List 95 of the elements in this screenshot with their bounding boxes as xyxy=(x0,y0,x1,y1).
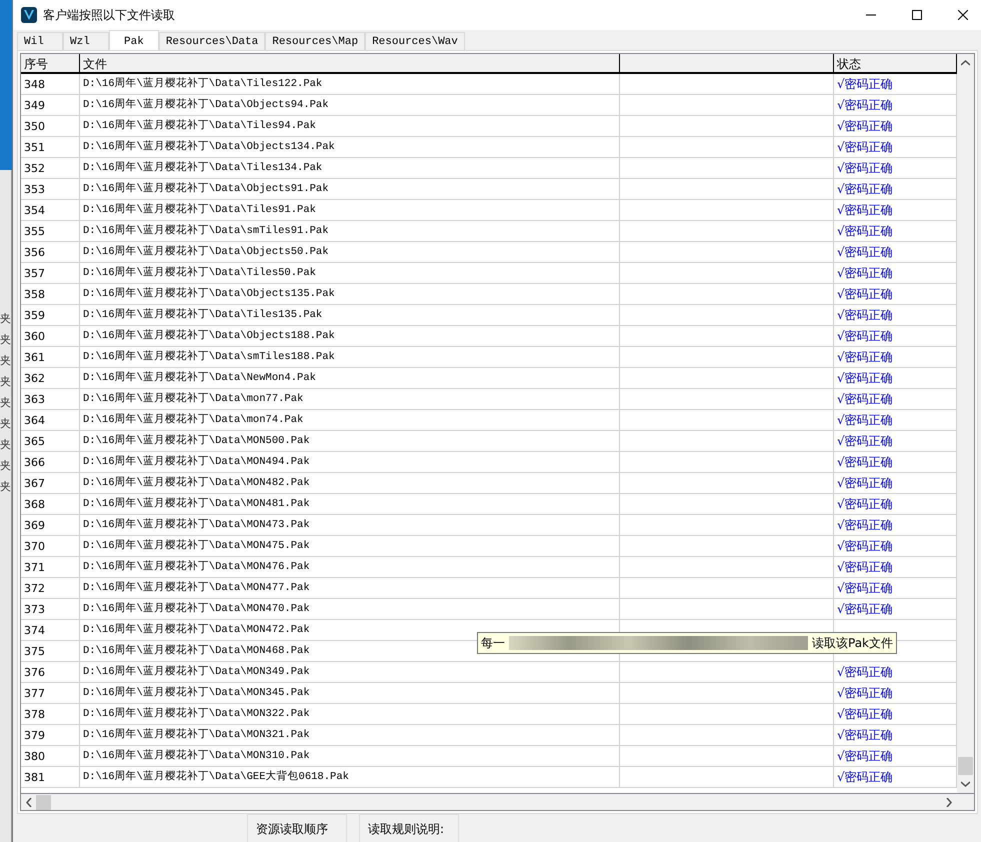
scroll-thumb[interactable] xyxy=(958,757,973,775)
table-cell: D:\16周年\蓝月樱花补丁\Data\MON322.Pak xyxy=(80,704,620,724)
table-cell: 358 xyxy=(21,284,80,304)
table-cell: D:\16周年\蓝月樱花补丁\Data\MON500.Pak xyxy=(80,431,620,451)
table-cell: D:\16周年\蓝月樱花补丁\Data\Objects134.Pak xyxy=(80,137,620,157)
group-box-title: 读取规则说明: xyxy=(359,814,459,842)
table-cell: 377 xyxy=(21,683,80,703)
table-cell: D:\16周年\蓝月樱花补丁\Data\MON345.Pak xyxy=(80,683,620,703)
scroll-thumb[interactable] xyxy=(36,794,51,810)
table-cell: 369 xyxy=(21,515,80,535)
table-cell: D:\16周年\蓝月樱花补丁\Data\MON476.Pak xyxy=(80,557,620,577)
table-cell: 370 xyxy=(21,536,80,556)
table-cell: 379 xyxy=(21,725,80,745)
table-cell: 352 xyxy=(21,158,80,178)
tab[interactable]: Wil xyxy=(17,32,63,52)
table-cell: 350 xyxy=(21,116,80,136)
table-cell: D:\16周年\蓝月樱花补丁\Data\MON473.Pak xyxy=(80,515,620,535)
close-icon xyxy=(958,10,968,20)
table-cell: 355 xyxy=(21,221,80,241)
window-title: 客户端按照以下文件读取 xyxy=(43,6,176,24)
maximize-icon xyxy=(912,10,922,20)
table-cell: 365 xyxy=(21,431,80,451)
background-window-label: 夹 xyxy=(0,374,11,390)
table-cell: D:\16周年\蓝月樱花补丁\Data\MON481.Pak xyxy=(80,494,620,514)
table-cell: 357 xyxy=(21,263,80,283)
column-header[interactable]: 序号 xyxy=(21,54,80,74)
table-cell: D:\16周年\蓝月樱花补丁\Data\Tiles94.Pak xyxy=(80,116,620,136)
table-cell: 375 xyxy=(21,641,80,661)
table-cell: D:\16周年\蓝月樱花补丁\Data\MON477.Pak xyxy=(80,578,620,598)
table-cell: 381 xyxy=(21,767,80,787)
table-cell: 361 xyxy=(21,347,80,367)
table-cell: D:\16周年\蓝月樱花补丁\Data\MON321.Pak xyxy=(80,725,620,745)
table-cell: 368 xyxy=(21,494,80,514)
tab[interactable]: Resources\Map xyxy=(265,32,366,52)
table-cell: 353 xyxy=(21,179,80,199)
table-cell: D:\16周年\蓝月樱花补丁\Data\MON494.Pak xyxy=(80,452,620,472)
table-cell: D:\16周年\蓝月樱花补丁\Data\Objects50.Pak xyxy=(80,242,620,262)
background-window-label: 夹 xyxy=(0,353,11,369)
table-cell: 348 xyxy=(21,74,80,94)
table-cell: 359 xyxy=(21,305,80,325)
tab[interactable]: Pak xyxy=(109,30,159,52)
background-window-label: 夹 xyxy=(0,332,11,348)
table-cell: 374 xyxy=(21,620,80,640)
table-cell: D:\16周年\蓝月樱花补丁\Data\MON470.Pak xyxy=(80,599,620,619)
table-cell: 366 xyxy=(21,452,80,472)
table-cell: D:\16周年\蓝月樱花补丁\Data\Objects135.Pak xyxy=(80,284,620,304)
table-cell: 363 xyxy=(21,389,80,409)
app-icon xyxy=(21,7,37,23)
background-window-label: 夹 xyxy=(0,437,11,453)
table-cell: D:\16周年\蓝月樱花补丁\Data\MON482.Pak xyxy=(80,473,620,493)
tab[interactable]: Wzl xyxy=(63,32,109,52)
table-cell: 362 xyxy=(21,368,80,388)
table-cell: 351 xyxy=(21,137,80,157)
table-cell: D:\16周年\蓝月樱花补丁\Data\Tiles134.Pak xyxy=(80,158,620,178)
table-cell: D:\16周年\蓝月樱花补丁\Data\mon74.Pak xyxy=(80,410,620,430)
table-cell: 373 xyxy=(21,599,80,619)
scroll-right-icon[interactable] xyxy=(946,798,952,806)
table-cell: D:\16周年\蓝月樱花补丁\Data\Tiles122.Pak xyxy=(80,74,620,94)
table-cell: D:\16周年\蓝月樱花补丁\Data\Objects188.Pak xyxy=(80,326,620,346)
table-cell: D:\16周年\蓝月樱花补丁\Data\Tiles91.Pak xyxy=(80,200,620,220)
group-box-title: 资源读取顺序 xyxy=(247,814,347,842)
scroll-down-icon[interactable] xyxy=(961,781,970,787)
table-cell: D:\16周年\蓝月樱花补丁\Data\GEE大背包0618.Pak xyxy=(80,767,620,787)
table-cell: D:\16周年\蓝月樱花补丁\Data\Tiles135.Pak xyxy=(80,305,620,325)
table-cell: D:\16周年\蓝月樱花补丁\Data\mon77.Pak xyxy=(80,389,620,409)
background-window-label: 夹 xyxy=(0,416,11,432)
table-cell: D:\16周年\蓝月樱花补丁\Data\smTiles188.Pak xyxy=(80,347,620,367)
table-cell: D:\16周年\蓝月樱花补丁\Data\Tiles50.Pak xyxy=(80,263,620,283)
table-cell: 349 xyxy=(21,95,80,115)
table-cell: D:\16周年\蓝月樱花补丁\Data\Objects91.Pak xyxy=(80,179,620,199)
tab[interactable]: Resources\Wav xyxy=(365,32,465,52)
table-cell: 360 xyxy=(21,326,80,346)
table-cell: D:\16周年\蓝月樱花补丁\Data\MON475.Pak xyxy=(80,536,620,556)
table-cell: D:\16周年\蓝月樱花补丁\Data\NewMon4.Pak xyxy=(80,368,620,388)
table-cell: D:\16周年\蓝月樱花补丁\Data\Objects94.Pak xyxy=(80,95,620,115)
table-cell: 372 xyxy=(21,578,80,598)
background-window-label: 夹 xyxy=(0,395,11,411)
background-window-label: 夹 xyxy=(0,458,11,474)
scroll-left-icon[interactable] xyxy=(26,798,32,806)
table-cell: 354 xyxy=(21,200,80,220)
table-cell: 364 xyxy=(21,410,80,430)
background-window-label: 夹 xyxy=(0,311,11,327)
background-window-label: 夹 xyxy=(0,479,11,495)
table-cell: 378 xyxy=(21,704,80,724)
table-cell: 380 xyxy=(21,746,80,766)
table-cell: 371 xyxy=(21,557,80,577)
table-cell: D:\16周年\蓝月樱花补丁\Data\MON349.Pak xyxy=(80,662,620,682)
table-cell: D:\16周年\蓝月樱花补丁\Data\smTiles91.Pak xyxy=(80,221,620,241)
table-cell: 356 xyxy=(21,242,80,262)
column-header[interactable]: 文件 xyxy=(80,54,620,74)
table-cell: D:\16周年\蓝月樱花补丁\Data\MON310.Pak xyxy=(80,746,620,766)
table-cell: 376 xyxy=(21,662,80,682)
tooltip-text: 读取该Pak文件 xyxy=(812,634,893,652)
table-cell: 367 xyxy=(21,473,80,493)
scroll-up-icon[interactable] xyxy=(961,60,970,66)
